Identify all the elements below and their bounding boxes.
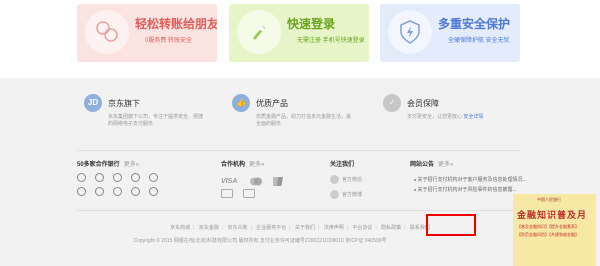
financial-literacy-ad[interactable]: 中国人民银行 金融知识普及月 【普及金融知识】【提升金融素养】 【防范金融风险】… — [513, 194, 596, 266]
footer-link[interactable]: 京东金融 — [199, 225, 219, 231]
footer-links: 京东商城 | 京东金融 | 京东众筹 | 企业服务平台 | 关于我们 | 法律声明 | 平台… — [0, 224, 600, 231]
separator: | — [193, 225, 195, 231]
partners-title-text: 合作机构 — [221, 162, 246, 168]
feature-products: 👍 优质产品 优质金融产品，助力打造多元金融生活，最全面的服务 — [232, 94, 372, 134]
divider — [77, 150, 520, 151]
notices-title-text: 网站公告 — [410, 162, 435, 168]
divider — [77, 210, 520, 211]
notice-item[interactable]: 关于招行支付机构对于风险事件的信息披露... — [414, 186, 517, 193]
footer-link[interactable]: 京东商城 — [170, 225, 190, 231]
promo-title: 快速登录 — [287, 17, 336, 31]
footer-link[interactable]: 隐私政策 — [381, 225, 401, 231]
bank-icon[interactable] — [95, 173, 104, 182]
bank-icon[interactable] — [113, 173, 122, 182]
separator: | — [375, 225, 377, 231]
feature-jd: JD 京东旗下 京东集团旗下公司，专注于提供安全、便捷的网络电子支付服务 — [84, 94, 224, 134]
visa-logo[interactable]: VISA — [221, 177, 237, 186]
footer-link[interactable]: 关于我们 — [295, 225, 315, 231]
wechat-link[interactable]: 官方微信 — [330, 175, 362, 184]
follow-title: 关注我们 — [330, 162, 355, 168]
mastercard-logo[interactable] — [249, 177, 263, 186]
promo-security[interactable]: 多重安全保护 全硬保障护航 安全无忧 — [380, 4, 520, 62]
separator: | — [404, 225, 406, 231]
jd-icon: JD — [84, 94, 102, 112]
footer-link[interactable]: 京东众筹 — [228, 225, 248, 231]
banks-title: 50多家合作银行 更多» — [77, 159, 139, 168]
bank-icon[interactable] — [131, 187, 140, 196]
footer-link[interactable]: 企业服务平台 — [256, 225, 286, 231]
highlight-box — [426, 214, 476, 236]
bank-icon[interactable] — [149, 173, 158, 182]
ad-title: 金融知识普及月 — [517, 210, 588, 220]
bank-icon[interactable] — [149, 187, 158, 196]
feature-title: 会员保障 — [407, 99, 439, 108]
weibo-link[interactable]: 官方微博 — [330, 190, 362, 199]
feature-desc: 京东集团旗下公司，专注于提供安全、便捷的网络电子支付服务 — [108, 114, 204, 127]
notices-title: 网站公告 更多» — [410, 159, 453, 168]
bank-icon[interactable] — [95, 187, 104, 196]
feature-title: 优质产品 — [256, 99, 288, 108]
footer-link[interactable]: 法律声明 — [324, 225, 344, 231]
separator: | — [221, 225, 224, 231]
promo-title: 多重安全保护 — [438, 17, 511, 31]
banks-more-link[interactable]: 更多» — [124, 162, 139, 168]
feature-desc: 优质金融产品，助力打造多元金融生活，最全面的服务 — [256, 114, 352, 127]
wechat-icon — [330, 175, 339, 184]
rocket-icon — [237, 10, 281, 54]
shield-icon — [388, 10, 432, 54]
separator: | — [346, 225, 349, 231]
promo-title: 轻松转账给朋友 — [135, 17, 217, 31]
ad-line: 【普及金融知识】【提升金融素养】 — [517, 224, 579, 229]
partners-more-link[interactable]: 更多» — [249, 162, 264, 168]
people-icon — [85, 10, 129, 54]
feature-desc-text: 支付更安全，让您更放心 — [407, 114, 463, 120]
separator: | — [318, 225, 320, 231]
bank-card-logo[interactable] — [243, 189, 255, 198]
wechat-label: 官方微信 — [342, 176, 363, 183]
security-details-link[interactable]: 安全详情 — [463, 114, 483, 120]
bank-icon[interactable] — [77, 173, 86, 182]
copyright: Copyright © 2015 网银在线(北京)科技有限公司 版权所有 支付业… — [133, 238, 387, 244]
promo-subtitle: 全硬保障护航 安全无忧 — [448, 38, 510, 44]
thumbs-up-icon: 👍 — [232, 94, 250, 112]
banks-title-text: 50多家合作银行 — [77, 162, 120, 168]
promo-subtitle: 0服务费 转账安全 — [145, 38, 193, 44]
promo-transfer[interactable]: 轻松转账给朋友 0服务费 转账安全 — [77, 4, 217, 62]
bank-icon[interactable] — [77, 187, 86, 196]
notice-item[interactable]: 关于招行支付机构对于客户服务及信息处理情况... — [414, 176, 527, 183]
separator: | — [289, 225, 291, 231]
ad-logo: 中国人民银行 — [537, 197, 561, 202]
weibo-icon — [330, 190, 339, 199]
promo-subtitle: 无需注册 手机号快速登录 — [297, 38, 365, 44]
feature-title: 京东旗下 — [108, 99, 140, 108]
feature-desc: 支付更安全，让您更放心 安全详情 — [407, 114, 502, 121]
notices-more-link[interactable]: 更多» — [438, 162, 453, 168]
ad-line: 【防范金融风险】【共建和谐金融】 — [517, 232, 579, 237]
footer-link[interactable]: 平台协议 — [352, 225, 372, 231]
weibo-label: 官方微博 — [342, 191, 363, 198]
check-shield-icon: ✓ — [383, 94, 401, 112]
feature-member: ✓ 会员保障 支付更安全，让您更放心 安全详情 — [383, 94, 523, 134]
bank-icon[interactable] — [131, 173, 140, 182]
bank-icon[interactable] — [113, 187, 122, 196]
unionpay-logo[interactable] — [271, 177, 287, 186]
separator: | — [250, 225, 252, 231]
partners-title: 合作机构 更多» — [221, 159, 264, 168]
bank-card-logo[interactable] — [221, 189, 233, 198]
promo-login[interactable]: 快速登录 无需注册 手机号快速登录 — [229, 4, 369, 62]
